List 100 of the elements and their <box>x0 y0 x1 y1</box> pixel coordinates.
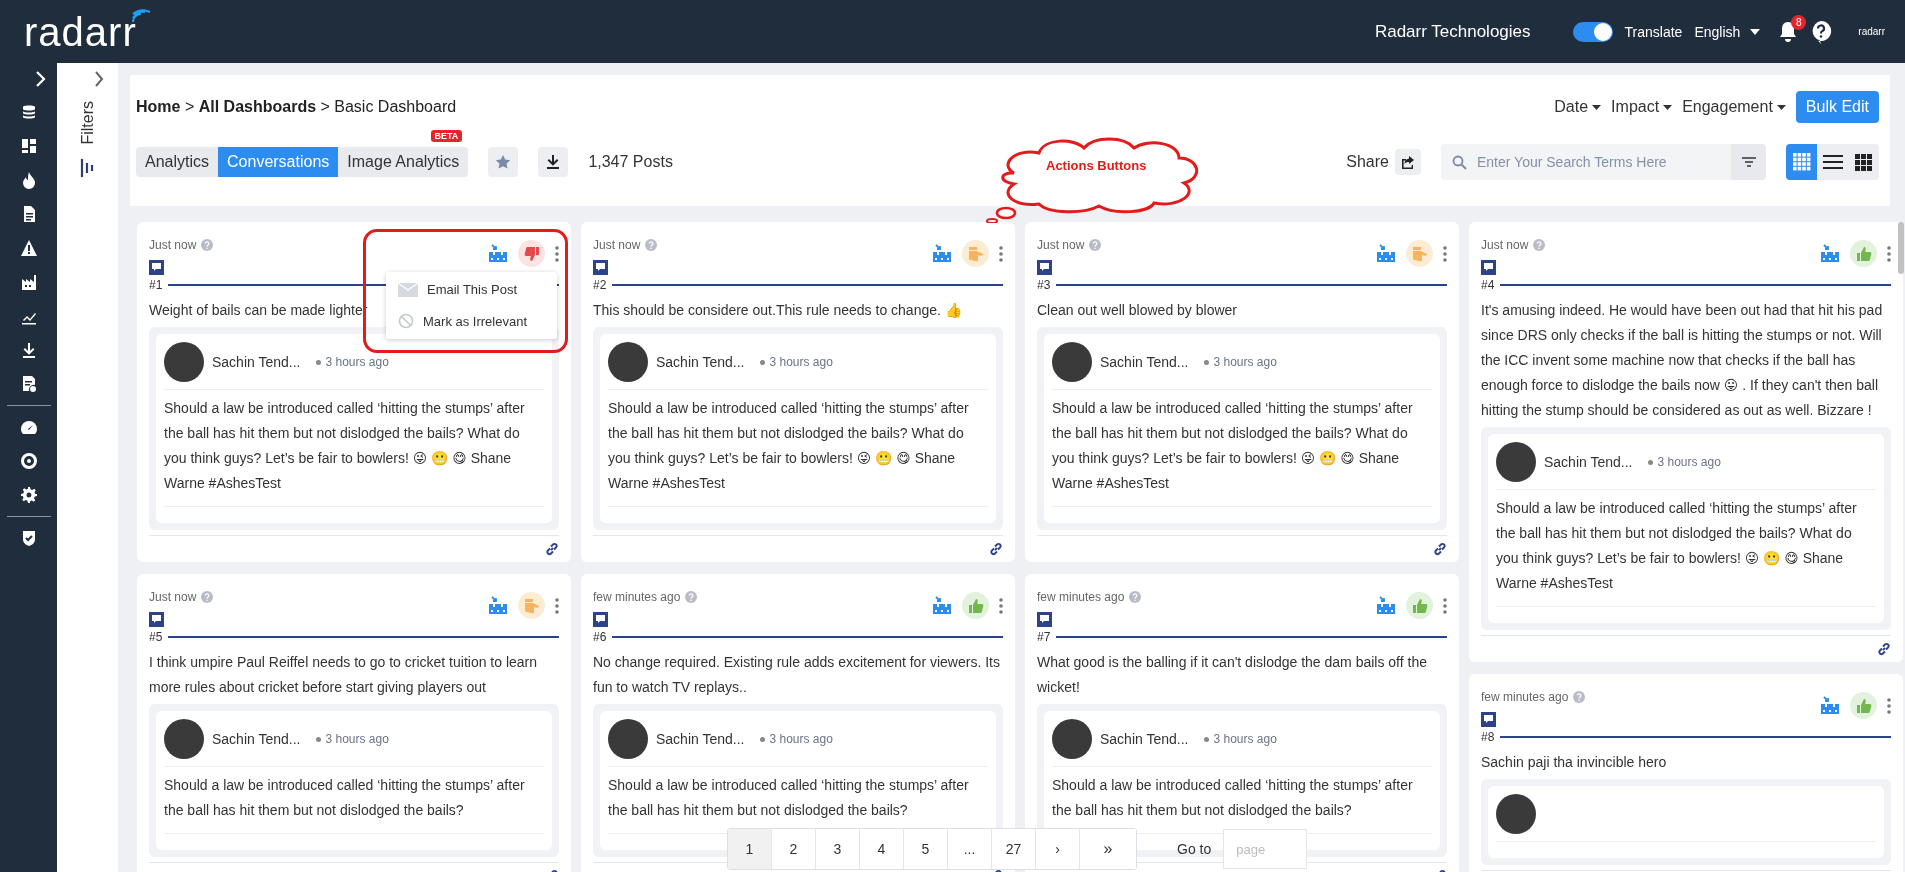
post-text: Clean out well blowed by blower <box>1037 301 1237 320</box>
help-icon[interactable] <box>1810 19 1833 44</box>
quoted-text: Should a law be introduced called ‘hitting the stumps’ after the ball has hit them but not dislodged the bails? <box>164 773 544 834</box>
settings-icon[interactable] <box>19 486 38 504</box>
warning-icon[interactable] <box>19 239 38 257</box>
radarr-logo[interactable]: radarr <box>24 9 153 54</box>
sort-dropdown[interactable]: Date <box>1554 98 1602 116</box>
menu-item[interactable]: Email This Post <box>386 274 557 305</box>
kebab-menu-icon[interactable] <box>1887 245 1891 262</box>
language-dropdown[interactable]: English <box>1694 23 1761 40</box>
filter-button[interactable] <box>1731 144 1766 180</box>
thumbs-down-icon[interactable] <box>523 245 540 262</box>
link-icon[interactable] <box>989 542 1003 556</box>
share-button[interactable] <box>1395 149 1421 175</box>
caret-down-icon <box>1750 28 1761 35</box>
post-time: Just now <box>149 238 197 252</box>
inbox-arrow-icon[interactable] <box>1376 244 1396 263</box>
share-icon <box>1400 154 1416 170</box>
author-name[interactable]: Sachin Tend... <box>656 354 745 370</box>
share-label: Share <box>1346 153 1389 171</box>
inbox-arrow-icon[interactable] <box>1820 244 1840 263</box>
filters-label[interactable]: Filters <box>78 101 97 145</box>
thumb-sideways-icon[interactable] <box>1411 245 1428 262</box>
beta-badge: BETA <box>430 130 463 142</box>
author-name[interactable]: Sachin Tend... <box>212 731 301 747</box>
kebab-menu-icon[interactable] <box>999 245 1003 262</box>
kebab-menu-icon[interactable] <box>999 597 1003 614</box>
comment-icon <box>593 260 608 275</box>
download-button[interactable] <box>538 147 569 177</box>
quoted-text: Should a law be introduced called ‘hitting the stumps’ after the ball has hit them but not dislodged the bails? What do you think guys? Let’s be fair to bowlers! 😜 😬 😋 Shane Warne #AshesTest <box>1496 496 1876 607</box>
comment-icon <box>1481 260 1496 275</box>
post-number: #5 <box>149 630 163 644</box>
scrollbar-thumb[interactable] <box>1898 222 1904 274</box>
avatar-placeholder <box>164 342 204 382</box>
thumbs-up-icon[interactable] <box>1855 245 1872 262</box>
thumb-sideways-icon[interactable] <box>967 245 984 262</box>
translate-label: Translate <box>1624 23 1683 40</box>
tab[interactable]: Image Analytics <box>338 147 469 177</box>
inbox-arrow-icon[interactable] <box>1376 596 1396 615</box>
reply-time: 3 hours ago <box>1213 732 1277 746</box>
page-button[interactable]: 1 <box>728 829 772 869</box>
post-time: Just now <box>149 590 197 604</box>
avatar-placeholder <box>608 342 648 382</box>
kebab-menu-icon[interactable] <box>1443 597 1447 614</box>
menu-item[interactable]: Mark as Irrelevant <box>386 305 557 337</box>
speedometer-icon[interactable] <box>19 418 38 436</box>
post-time: Just now <box>1481 238 1529 252</box>
post-time: Just now <box>593 238 641 252</box>
caret-down-icon <box>1592 104 1602 110</box>
filter-lines-icon[interactable] <box>79 158 96 177</box>
author-name[interactable]: Sachin Tend... <box>1544 454 1633 470</box>
dense-grid-icon <box>1855 153 1872 171</box>
comment-icon <box>593 612 608 627</box>
post-number: #1 <box>149 278 163 292</box>
author-name[interactable]: Sachin Tend... <box>1100 731 1189 747</box>
avatar-placeholder <box>1496 794 1536 834</box>
sort-dropdown[interactable]: Engagement <box>1682 98 1786 116</box>
reply-time: 3 hours ago <box>325 355 389 369</box>
author-name[interactable]: Sachin Tend... <box>1100 354 1189 370</box>
envelope-icon <box>398 282 418 297</box>
avatar-placeholder <box>1496 442 1536 482</box>
inbox-arrow-icon[interactable] <box>932 596 952 615</box>
inbox-arrow-icon[interactable] <box>488 596 508 615</box>
inbox-arrow-icon[interactable] <box>488 244 508 263</box>
link-icon[interactable] <box>1433 542 1447 556</box>
search-field[interactable]: Enter Your Search Terms Here <box>1441 144 1731 180</box>
bell-icon[interactable] <box>1778 20 1799 43</box>
post-time: few minutes ago <box>1037 590 1125 604</box>
notification-badge: 8 <box>1791 14 1807 30</box>
tab[interactable]: Analytics <box>136 147 219 177</box>
inbox-arrow-icon[interactable] <box>932 244 952 263</box>
star-icon <box>495 154 512 170</box>
thumb-sideways-icon[interactable] <box>523 597 540 614</box>
favorite-button[interactable] <box>488 147 519 177</box>
target-icon[interactable] <box>19 452 38 470</box>
link-icon[interactable] <box>1877 642 1891 656</box>
kebab-menu-icon[interactable] <box>555 597 559 614</box>
page-input[interactable]: page <box>1223 829 1308 869</box>
reply-time: 3 hours ago <box>1657 455 1721 469</box>
sort-dropdown[interactable]: Impact <box>1611 98 1673 116</box>
kebab-menu-icon[interactable] <box>555 245 559 262</box>
post-text: It's amusing indeed. He would have been out had that hit his pad since DRS only checks if the ball is hitting the stumps or not. Will the ICC invent some machine now that checks if the ball has enough force to dislodge the bails now 😛 . If they can't then ball hitting the stump should be considered as out as well. Bizzare ! <box>1481 301 1884 420</box>
author-name[interactable]: Sachin Tend... <box>656 731 745 747</box>
grid-icon <box>1792 153 1811 171</box>
kebab-menu-icon[interactable] <box>1443 245 1447 262</box>
reply-time: 3 hours ago <box>325 732 389 746</box>
thumbs-up-icon[interactable] <box>1855 697 1872 714</box>
dashboard-icon[interactable] <box>19 137 38 155</box>
quoted-text: Should a law be introduced called ‘hitting the stumps’ after the ball has hit them but not dislodged the bails? What do you think guys? Let’s be fair to bowlers! 😜 😬 😋 Shane Warne #AshesTest <box>1052 396 1432 507</box>
thumbs-up-icon[interactable] <box>1411 597 1428 614</box>
thumbs-up-icon[interactable] <box>967 597 984 614</box>
inbox-arrow-icon[interactable] <box>1820 696 1840 715</box>
go-to-label: Go to <box>1177 841 1212 857</box>
translate-toggle[interactable] <box>1572 21 1613 42</box>
kebab-menu-icon[interactable] <box>1887 697 1891 714</box>
author-name[interactable]: Sachin Tend... <box>212 354 301 370</box>
caret-down-icon <box>1663 104 1673 110</box>
post-time: few minutes ago <box>1481 690 1569 704</box>
factory-icon[interactable] <box>19 273 38 291</box>
link-icon[interactable] <box>545 542 559 556</box>
